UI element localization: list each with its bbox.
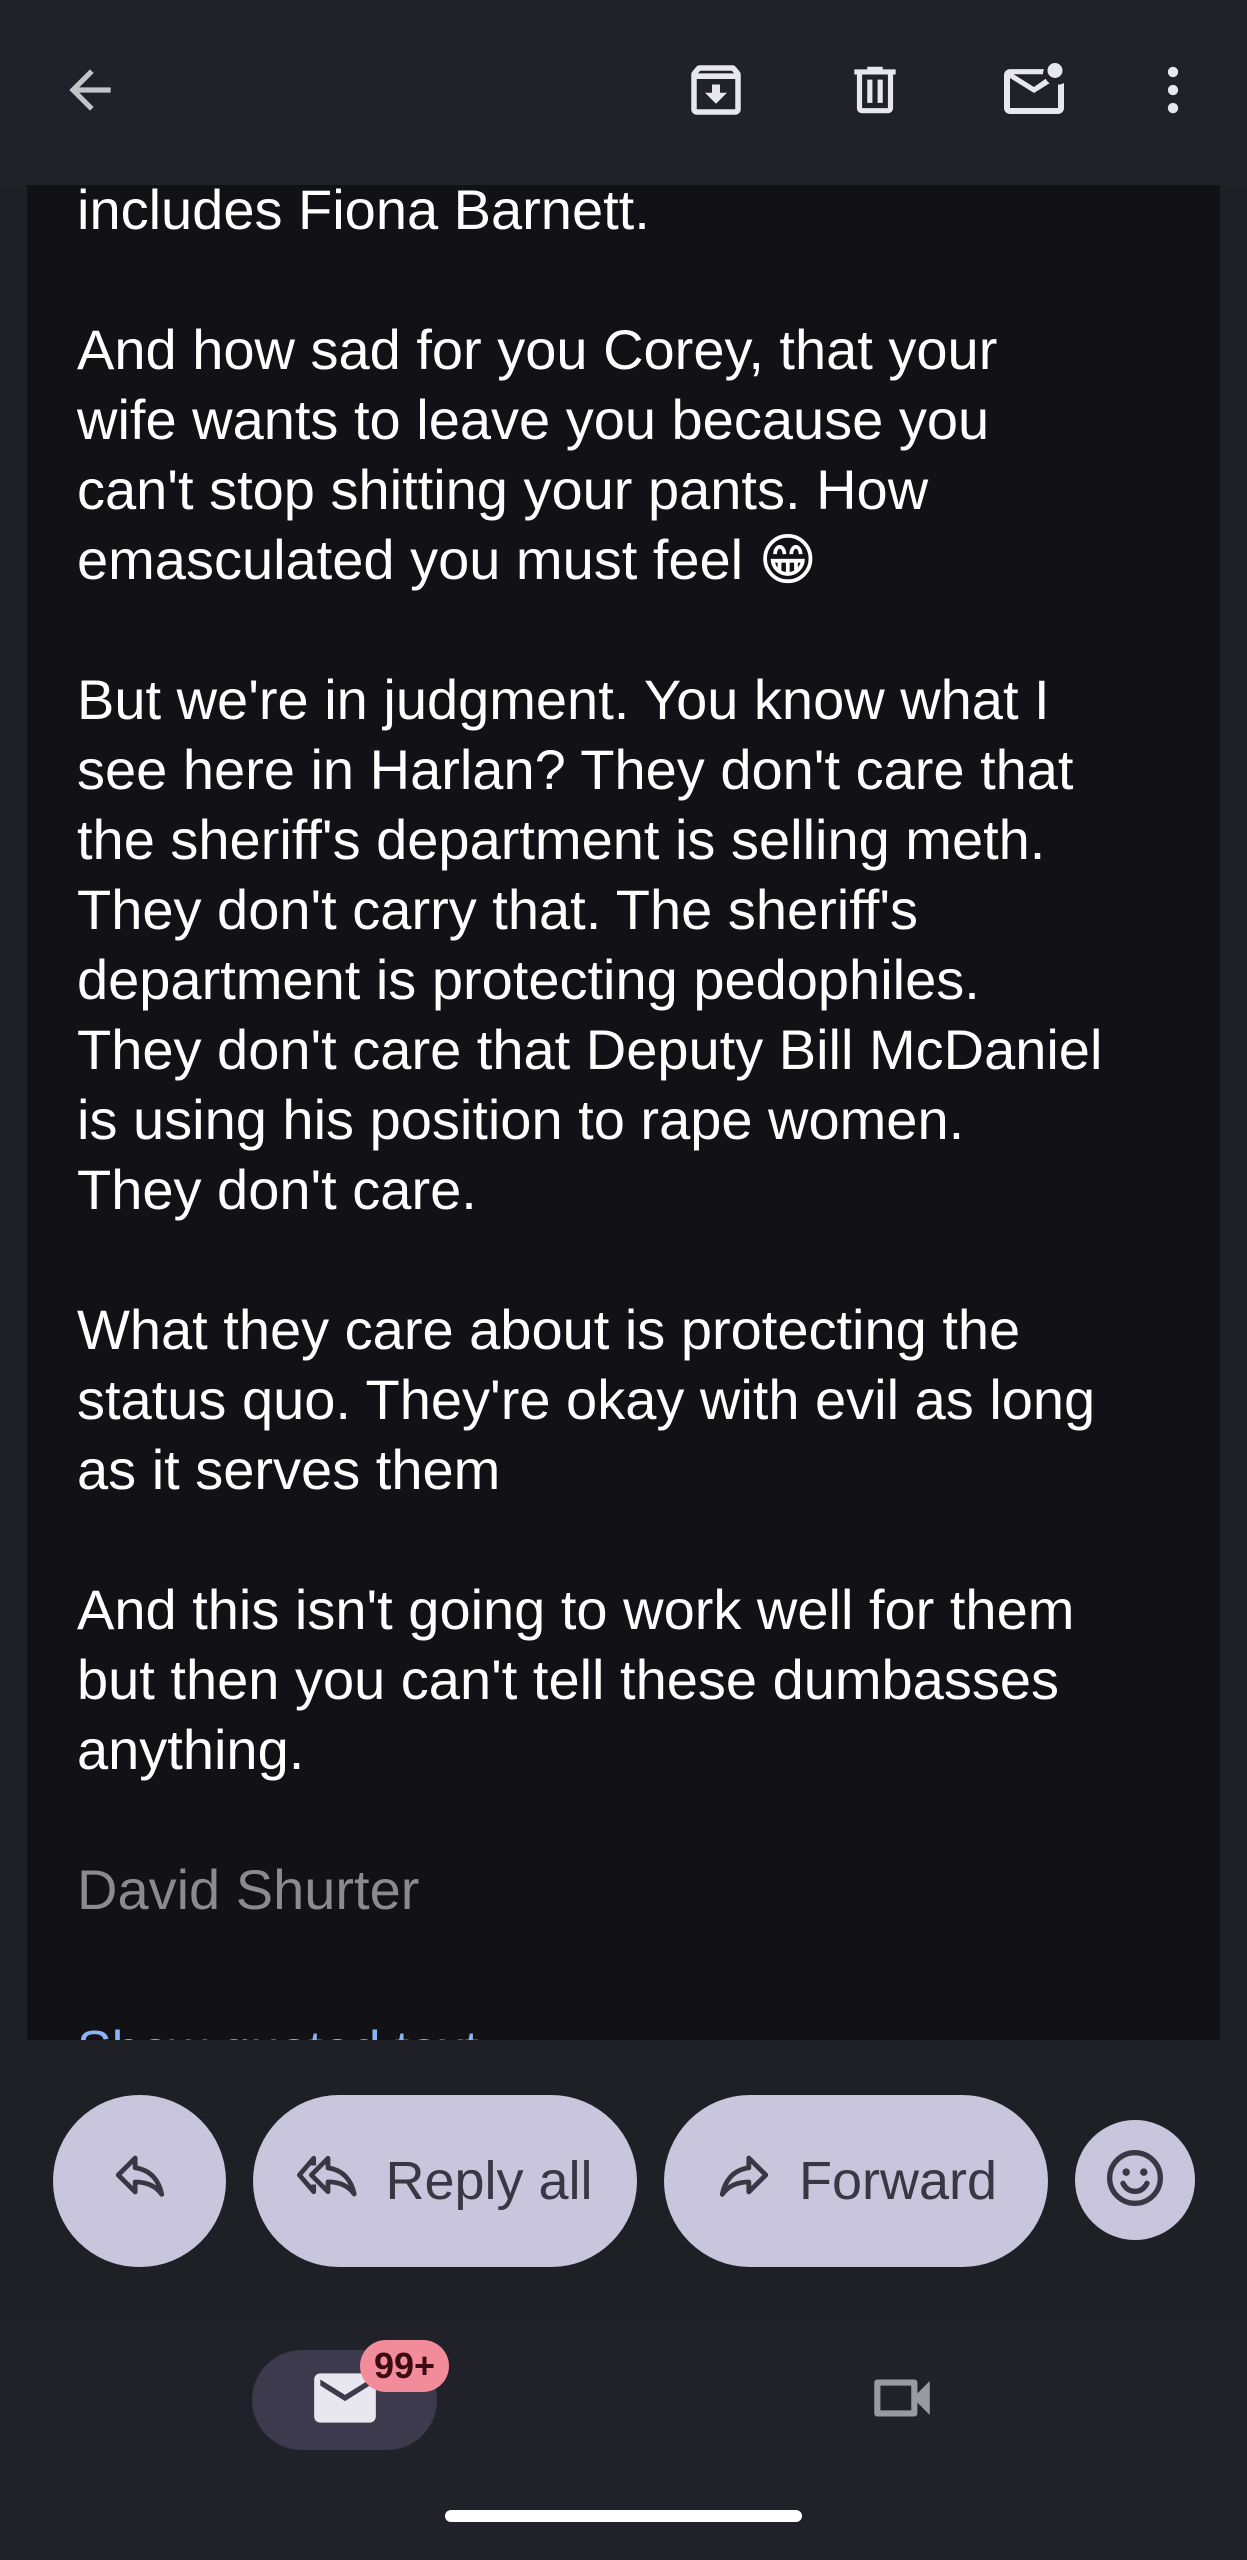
more-options-button[interactable] — [1123, 40, 1223, 140]
emoji-icon — [1103, 2146, 1167, 2215]
message-line: see here in Harlan? They don't care that — [77, 738, 1074, 801]
message-line: And this isn't going to work well for th… — [77, 1578, 1075, 1641]
reply-button[interactable] — [53, 2095, 226, 2267]
message-body: includes Fiona Barnett. And how sad for y… — [77, 185, 1197, 1925]
trash-icon — [844, 59, 906, 121]
reply-all-icon — [297, 2146, 359, 2217]
forward-label: Forward — [798, 2151, 998, 2211]
message-line: But we're in judgment. You know what I — [77, 668, 1050, 731]
delete-button[interactable] — [825, 40, 925, 140]
message-line: the sheriff's department is selling meth… — [77, 808, 1046, 871]
mail-unread-icon — [998, 54, 1070, 126]
emoji-reaction-button[interactable] — [1075, 2120, 1195, 2240]
unread-count-badge: 99+ — [360, 2340, 450, 2392]
message-line: status quo. They're okay with evil as lo… — [77, 1368, 1096, 1431]
reply-action-bar: Reply all Forward — [0, 2040, 1247, 2320]
message-line: They don't care that Deputy Bill McDanie… — [77, 1018, 1103, 1081]
message-line: is using his position to rape women. — [77, 1088, 965, 1151]
video-icon — [865, 2361, 939, 2440]
message-line: emasculated you must feel 😁 — [77, 528, 818, 591]
mark-unread-button[interactable] — [984, 40, 1084, 140]
message-paragraph: But we're in judgment. You know what I se… — [77, 665, 1197, 1225]
message-line: as it serves them — [77, 1438, 501, 1501]
message-line: They don't care. — [77, 1158, 477, 1221]
back-button[interactable] — [40, 40, 140, 140]
show-quoted-text-link[interactable]: Show quoted text — [77, 2015, 479, 2040]
message-paragraph: includes Fiona Barnett. — [77, 185, 1197, 245]
forward-icon — [715, 2146, 773, 2217]
archive-icon — [683, 57, 749, 123]
message-paragraph: What they care about is protecting the st… — [77, 1295, 1197, 1505]
message-line: And how sad for you Corey, that your — [77, 318, 998, 381]
message-line: includes Fiona Barnett. — [77, 185, 650, 241]
message-line: wife wants to leave you because you — [77, 388, 990, 451]
home-indicator[interactable] — [445, 2510, 802, 2522]
forward-button[interactable]: Forward — [664, 2095, 1048, 2267]
more-vert-icon — [1142, 59, 1204, 121]
message-line: can't stop shitting your pants. How — [77, 458, 929, 521]
message-paragraph: And this isn't going to work well for th… — [77, 1575, 1197, 1785]
nav-meet-tab[interactable] — [852, 2350, 952, 2450]
bottom-navigation: 99+ — [0, 2320, 1247, 2560]
archive-button[interactable] — [666, 40, 766, 140]
message-line: They don't carry that. The sheriff's — [77, 878, 919, 941]
arrow-back-icon — [59, 59, 121, 121]
message-card: includes Fiona Barnett. And how sad for y… — [27, 185, 1220, 2040]
reply-all-button[interactable]: Reply all — [253, 2095, 637, 2267]
message-line: What they care about is protecting the — [77, 1298, 1021, 1361]
message-line: department is protecting pedophiles. — [77, 948, 980, 1011]
reply-icon — [111, 2146, 169, 2217]
top-app-bar — [0, 0, 1247, 185]
message-line: but then you can't tell these dumbasses — [77, 1648, 1059, 1711]
sender-signature: David Shurter — [77, 1858, 420, 1921]
message-line: anything. — [77, 1718, 305, 1781]
reply-all-label: Reply all — [385, 2151, 593, 2211]
message-paragraph: And how sad for you Corey, that your wife… — [77, 315, 1197, 595]
